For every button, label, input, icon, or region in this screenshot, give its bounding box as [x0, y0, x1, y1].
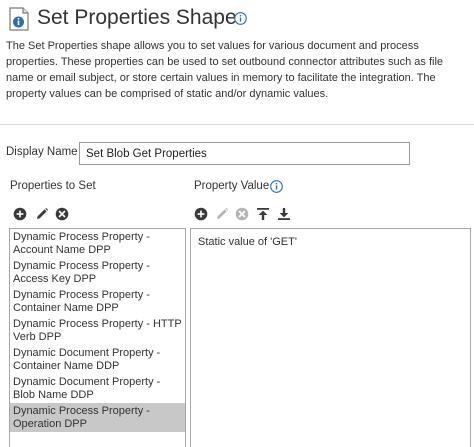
info-icon[interactable] — [270, 180, 283, 193]
properties-to-set-label: Properties to Set — [10, 180, 96, 192]
pencil-icon — [217, 207, 229, 219]
add-circle-icon — [13, 207, 27, 221]
list-item[interactable]: Dynamic Process Property - HTTP Verb DPP — [10, 316, 185, 345]
edit-property-button[interactable] — [35, 207, 49, 221]
list-item[interactable]: Dynamic Process Property - Container Nam… — [10, 287, 185, 316]
move-to-top-icon — [257, 208, 269, 220]
add-property-button[interactable] — [13, 207, 27, 221]
delete-circle-icon — [235, 207, 249, 221]
pencil-icon — [37, 207, 49, 219]
list-item[interactable]: Dynamic Document Property - Blob Name DD… — [10, 374, 185, 403]
move-to-bottom-button[interactable] — [277, 207, 291, 221]
divider — [0, 124, 474, 125]
display-name-input[interactable] — [79, 142, 410, 165]
move-to-top-button[interactable] — [256, 207, 270, 221]
delete-circle-icon — [55, 207, 69, 221]
header: Set Properties Shape — [4, 4, 470, 32]
info-icon[interactable] — [234, 12, 247, 25]
list-item[interactable]: Dynamic Process Property - Operation DPP — [10, 403, 185, 432]
shape-description: The Set Properties shape allows you to s… — [6, 40, 444, 100]
properties-list[interactable]: Dynamic Process Property - Account Name … — [9, 228, 186, 447]
list-item[interactable]: Dynamic Document Property - Container Na… — [10, 345, 185, 374]
property-value-list[interactable]: Static value of 'GET' — [190, 228, 471, 447]
delete-value-button[interactable] — [235, 207, 249, 221]
list-item[interactable]: Dynamic Process Property - Account Name … — [10, 229, 185, 258]
display-name-label: Display Name — [6, 146, 78, 158]
list-item[interactable]: Dynamic Process Property - Access Key DP… — [10, 258, 185, 287]
add-circle-icon — [194, 207, 208, 221]
edit-value-button[interactable] — [215, 207, 229, 221]
move-to-bottom-icon — [278, 208, 290, 220]
add-value-button[interactable] — [194, 207, 208, 221]
delete-property-button[interactable] — [55, 207, 69, 221]
property-value-label: Property Value — [194, 180, 270, 192]
property-value-item[interactable]: Static value of 'GET' — [198, 236, 297, 248]
page-title: Set Properties Shape — [37, 6, 237, 29]
set-properties-shape-icon — [7, 6, 31, 32]
